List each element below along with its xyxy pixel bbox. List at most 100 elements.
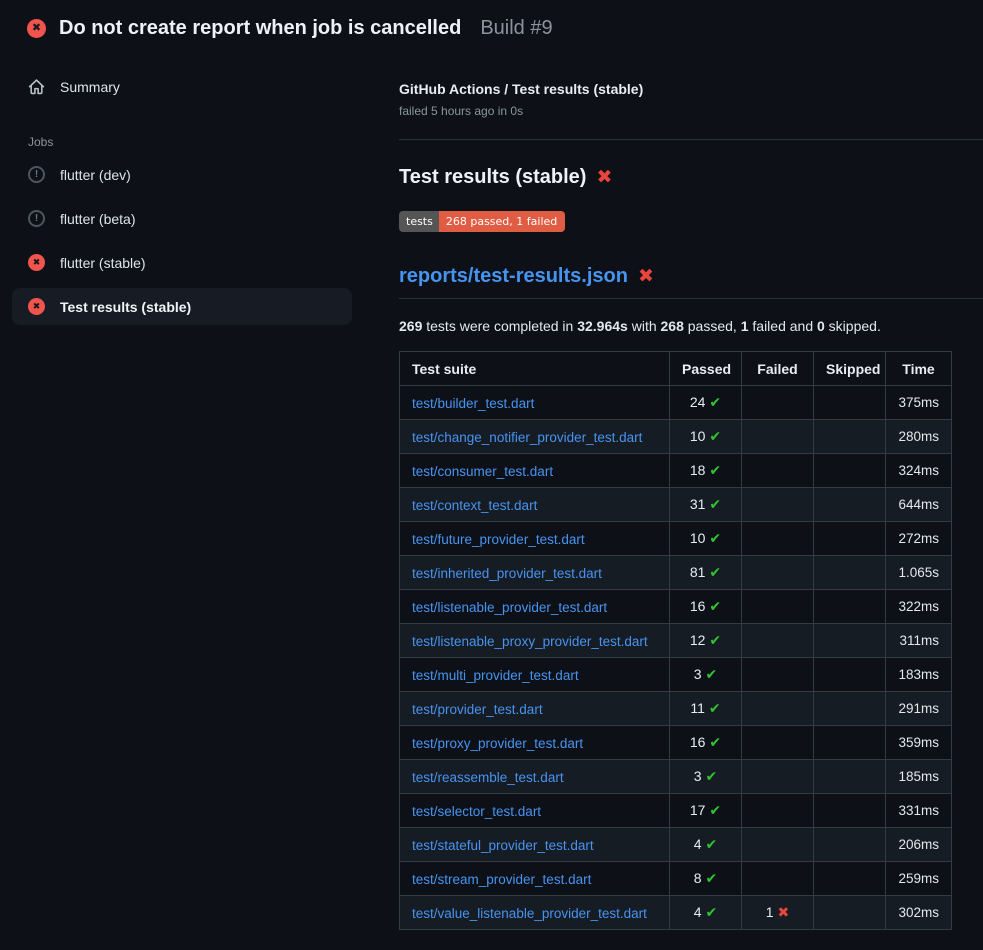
test-suite-link[interactable]: test/consumer_test.dart — [412, 464, 553, 479]
check-icon: ✔ — [706, 666, 718, 682]
test-suite-link[interactable]: test/stateful_provider_test.dart — [412, 838, 594, 853]
failed-x-icon: ✖ — [638, 267, 654, 286]
time-cell: 311ms — [886, 624, 952, 658]
time-cell: 183ms — [886, 658, 952, 692]
failed-cell — [742, 726, 814, 760]
failed-cell — [742, 862, 814, 896]
passed-cell: 10✔ — [670, 420, 742, 454]
test-suite-cell: test/context_test.dart — [400, 488, 670, 522]
sidebar-item-label: flutter (dev) — [60, 167, 131, 183]
skipped-cell — [814, 760, 886, 794]
test-suite-cell: test/inherited_provider_test.dart — [400, 556, 670, 590]
summary-sentence: 269 tests were completed in 32.964s with… — [399, 318, 983, 334]
passed-cell: 18✔ — [670, 454, 742, 488]
test-suite-cell: test/proxy_provider_test.dart — [400, 726, 670, 760]
test-suite-link[interactable]: test/change_notifier_provider_test.dart — [412, 430, 642, 445]
test-suite-cell: test/selector_test.dart — [400, 794, 670, 828]
check-icon: ✔ — [709, 428, 721, 444]
test-suite-link[interactable]: test/builder_test.dart — [412, 396, 534, 411]
failed-cell — [742, 624, 814, 658]
skipped-cell — [814, 454, 886, 488]
test-suite-link[interactable]: test/listenable_provider_test.dart — [412, 600, 607, 615]
test-suite-link[interactable]: test/selector_test.dart — [412, 804, 541, 819]
badge-label: tests — [399, 211, 439, 232]
passed-cell: 17✔ — [670, 794, 742, 828]
passed-count: 10 — [690, 428, 706, 444]
skipped-cell — [814, 624, 886, 658]
test-suite-link[interactable]: test/multi_provider_test.dart — [412, 668, 579, 683]
check-icon: ✔ — [709, 598, 721, 614]
skipped-cell — [814, 726, 886, 760]
sidebar-item-test-results-stable-[interactable]: ✖Test results (stable) — [12, 288, 352, 325]
test-suite-cell: test/listenable_proxy_provider_test.dart — [400, 624, 670, 658]
time-cell: 322ms — [886, 590, 952, 624]
sidebar-item-label: flutter (beta) — [60, 211, 135, 227]
sidebar-item-flutter-beta-[interactable]: !flutter (beta) — [12, 200, 352, 237]
failed-cell — [742, 760, 814, 794]
sidebar-item-label: Summary — [60, 79, 120, 95]
time-cell: 259ms — [886, 862, 952, 896]
summary-number: 0 — [817, 318, 825, 334]
test-suite-cell: test/reassemble_test.dart — [400, 760, 670, 794]
sidebar-item-flutter-dev-[interactable]: !flutter (dev) — [12, 156, 352, 193]
table-row: test/value_listenable_provider_test.dart… — [400, 896, 952, 930]
passed-count: 31 — [690, 496, 706, 512]
failed-cell — [742, 386, 814, 420]
table-row: test/listenable_proxy_provider_test.dart… — [400, 624, 952, 658]
test-suite-link[interactable]: test/inherited_provider_test.dart — [412, 566, 602, 581]
summary-text: failed and — [749, 318, 818, 334]
failed-count: 1 — [766, 904, 774, 920]
main-content: GitHub Actions / Test results (stable) f… — [399, 81, 983, 930]
skipped-cell — [814, 590, 886, 624]
sidebar-item-flutter-stable-[interactable]: ✖flutter (stable) — [12, 244, 352, 281]
check-icon: ✔ — [709, 734, 721, 750]
failed-cell — [742, 794, 814, 828]
test-suite-link[interactable]: test/context_test.dart — [412, 498, 537, 513]
table-row: test/listenable_provider_test.dart 16✔ 322… — [400, 590, 952, 624]
passed-cell: 16✔ — [670, 590, 742, 624]
test-suite-link[interactable]: test/provider_test.dart — [412, 702, 543, 717]
passed-count: 18 — [690, 462, 706, 478]
test-suite-cell: test/provider_test.dart — [400, 692, 670, 726]
sidebar-item-summary[interactable]: Summary — [12, 68, 352, 105]
test-suite-link[interactable]: test/listenable_proxy_provider_test.dart — [412, 634, 648, 649]
check-icon: ✔ — [706, 870, 718, 886]
divider — [399, 139, 983, 140]
skipped-cell — [814, 522, 886, 556]
failed-x-icon: ✖ — [596, 168, 612, 187]
test-suite-cell: test/multi_provider_test.dart — [400, 658, 670, 692]
test-suite-link[interactable]: test/proxy_provider_test.dart — [412, 736, 583, 751]
summary-number: 32.964s — [577, 318, 628, 334]
report-link[interactable]: reports/test-results.json — [399, 265, 628, 288]
summary-number: 269 — [399, 318, 422, 334]
failed-cell — [742, 556, 814, 590]
test-suite-link[interactable]: test/future_provider_test.dart — [412, 532, 585, 547]
time-cell: 302ms — [886, 896, 952, 930]
passed-count: 11 — [690, 700, 705, 716]
results-table: Test suitePassedFailedSkippedTime test/b… — [399, 351, 952, 930]
test-suite-link[interactable]: test/stream_provider_test.dart — [412, 872, 591, 887]
test-suite-link[interactable]: test/value_listenable_provider_test.dart — [412, 906, 647, 921]
failed-cell — [742, 420, 814, 454]
passed-cell: 81✔ — [670, 556, 742, 590]
tests-badge: tests 268 passed, 1 failed — [399, 211, 565, 232]
test-suite-link[interactable]: test/reassemble_test.dart — [412, 770, 564, 785]
passed-cell: 12✔ — [670, 624, 742, 658]
test-suite-cell: test/listenable_provider_test.dart — [400, 590, 670, 624]
test-suite-cell: test/change_notifier_provider_test.dart — [400, 420, 670, 454]
skipped-cell — [814, 692, 886, 726]
table-row: test/selector_test.dart17✔331ms — [400, 794, 952, 828]
passed-count: 8 — [694, 870, 702, 886]
passed-cell: 4✔ — [670, 896, 742, 930]
time-cell: 324ms — [886, 454, 952, 488]
status-line: failed 5 hours ago in 0s — [399, 104, 983, 118]
sidebar-item-label: flutter (stable) — [60, 255, 146, 271]
check-icon: ✔ — [706, 836, 718, 852]
check-icon: ✔ — [709, 700, 721, 716]
home-icon — [28, 78, 45, 95]
failed-cell — [742, 658, 814, 692]
job-list: !flutter (dev) !flutter (beta) ✖flutter (s… — [12, 156, 352, 325]
time-cell: 375ms — [886, 386, 952, 420]
test-suite-cell: test/stateful_provider_test.dart — [400, 828, 670, 862]
summary-text: tests were completed in — [422, 318, 577, 334]
